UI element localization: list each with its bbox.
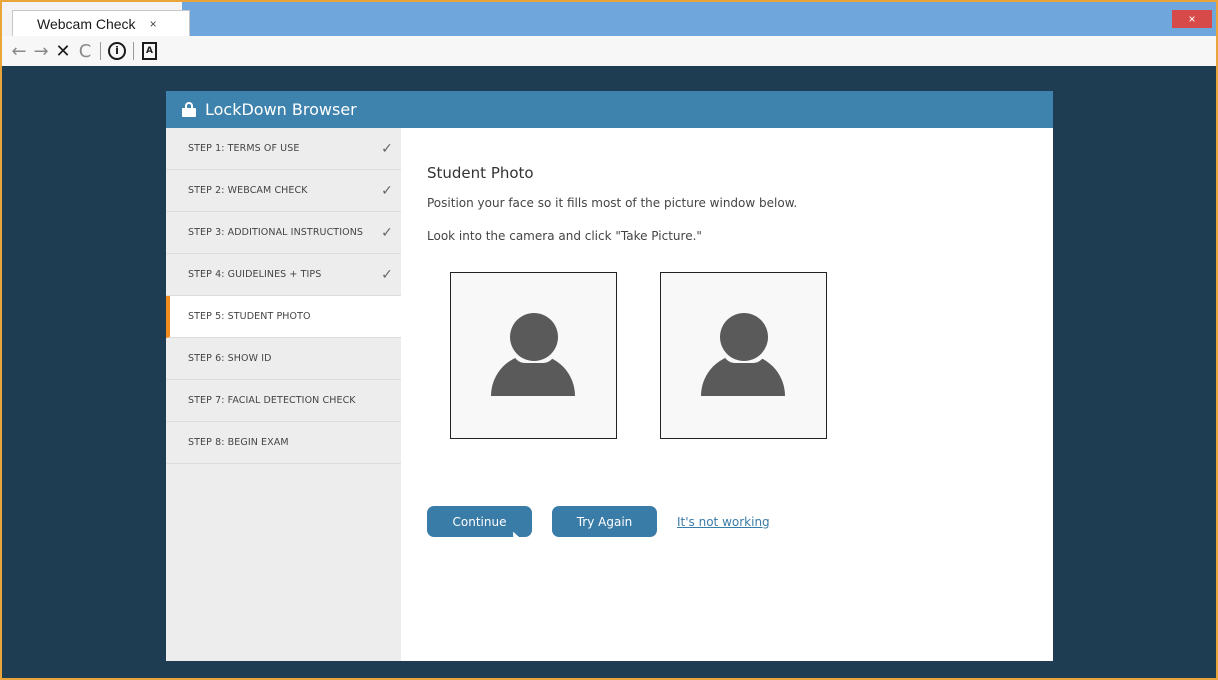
main-content: Student Photo Position your face so it f… bbox=[401, 128, 1053, 661]
photo-area bbox=[450, 272, 1053, 439]
tab-strip-empty-area bbox=[182, 2, 1216, 36]
tab-strip: Webcam Check × × bbox=[2, 2, 1216, 36]
reload-icon[interactable]: C bbox=[74, 41, 96, 62]
instruction-text: Position your face so it fills most of t… bbox=[427, 196, 798, 210]
step-terms-of-use[interactable]: STEP 1: TERMS OF USE ✓ bbox=[166, 128, 401, 170]
forward-arrow-icon[interactable]: → bbox=[30, 41, 52, 62]
step-facial-detection-check[interactable]: STEP 7: FACIAL DETECTION CHECK bbox=[166, 380, 401, 422]
step-label: STEP 4: GUIDELINES + TIPS bbox=[188, 269, 322, 280]
navigation-bar: ← → ✕ C i A bbox=[2, 36, 1216, 66]
step-label: STEP 2: WEBCAM CHECK bbox=[188, 185, 308, 196]
checkmark-icon: ✓ bbox=[381, 266, 393, 283]
nav-separator bbox=[100, 42, 101, 60]
try-again-button[interactable]: Try Again bbox=[552, 506, 657, 537]
lock-icon bbox=[182, 102, 196, 117]
window-close-button[interactable]: × bbox=[1172, 10, 1212, 28]
step-label: STEP 7: FACIAL DETECTION CHECK bbox=[188, 395, 356, 406]
step-student-photo[interactable]: STEP 5: STUDENT PHOTO bbox=[166, 296, 401, 338]
step-guidelines-tips[interactable]: STEP 4: GUIDELINES + TIPS ✓ bbox=[166, 254, 401, 296]
app-header: LockDown Browser bbox=[166, 91, 1053, 128]
captured-photo bbox=[660, 272, 827, 439]
step-label: STEP 1: TERMS OF USE bbox=[188, 143, 300, 154]
action-buttons: Continue Try Again It's not working bbox=[427, 506, 1053, 537]
step-additional-instructions[interactable]: STEP 3: ADDITIONAL INSTRUCTIONS ✓ bbox=[166, 212, 401, 254]
step-label: STEP 8: BEGIN EXAM bbox=[188, 437, 289, 448]
tab-title: Webcam Check bbox=[37, 15, 136, 32]
checkmark-icon: ✓ bbox=[381, 182, 393, 199]
browser-tab-webcam-check[interactable]: Webcam Check × bbox=[12, 10, 190, 36]
step-label: STEP 3: ADDITIONAL INSTRUCTIONS bbox=[188, 227, 364, 238]
step-label: STEP 6: SHOW ID bbox=[188, 353, 272, 364]
steps-sidebar: STEP 1: TERMS OF USE ✓ STEP 2: WEBCAM CH… bbox=[166, 128, 401, 661]
app-title: LockDown Browser bbox=[205, 100, 357, 119]
step-webcam-check[interactable]: STEP 2: WEBCAM CHECK ✓ bbox=[166, 170, 401, 212]
checkmark-icon: ✓ bbox=[381, 140, 393, 157]
camera-preview bbox=[450, 272, 617, 439]
step-begin-exam[interactable]: STEP 8: BEGIN EXAM bbox=[166, 422, 401, 464]
page-title: Student Photo bbox=[427, 164, 534, 182]
not-working-link[interactable]: It's not working bbox=[677, 515, 770, 529]
checkmark-icon: ✓ bbox=[381, 224, 393, 241]
back-arrow-icon[interactable]: ← bbox=[8, 41, 30, 62]
document-icon[interactable]: A bbox=[142, 42, 157, 60]
nav-separator bbox=[133, 42, 134, 60]
step-label: STEP 5: STUDENT PHOTO bbox=[188, 311, 311, 322]
info-icon[interactable]: i bbox=[108, 42, 126, 60]
stop-icon[interactable]: ✕ bbox=[52, 41, 74, 62]
step-show-id[interactable]: STEP 6: SHOW ID bbox=[166, 338, 401, 380]
tab-close-icon[interactable]: × bbox=[150, 17, 157, 31]
lockdown-browser-panel: LockDown Browser STEP 1: TERMS OF USE ✓ … bbox=[166, 91, 1053, 661]
instruction-text: Look into the camera and click "Take Pic… bbox=[427, 229, 702, 243]
